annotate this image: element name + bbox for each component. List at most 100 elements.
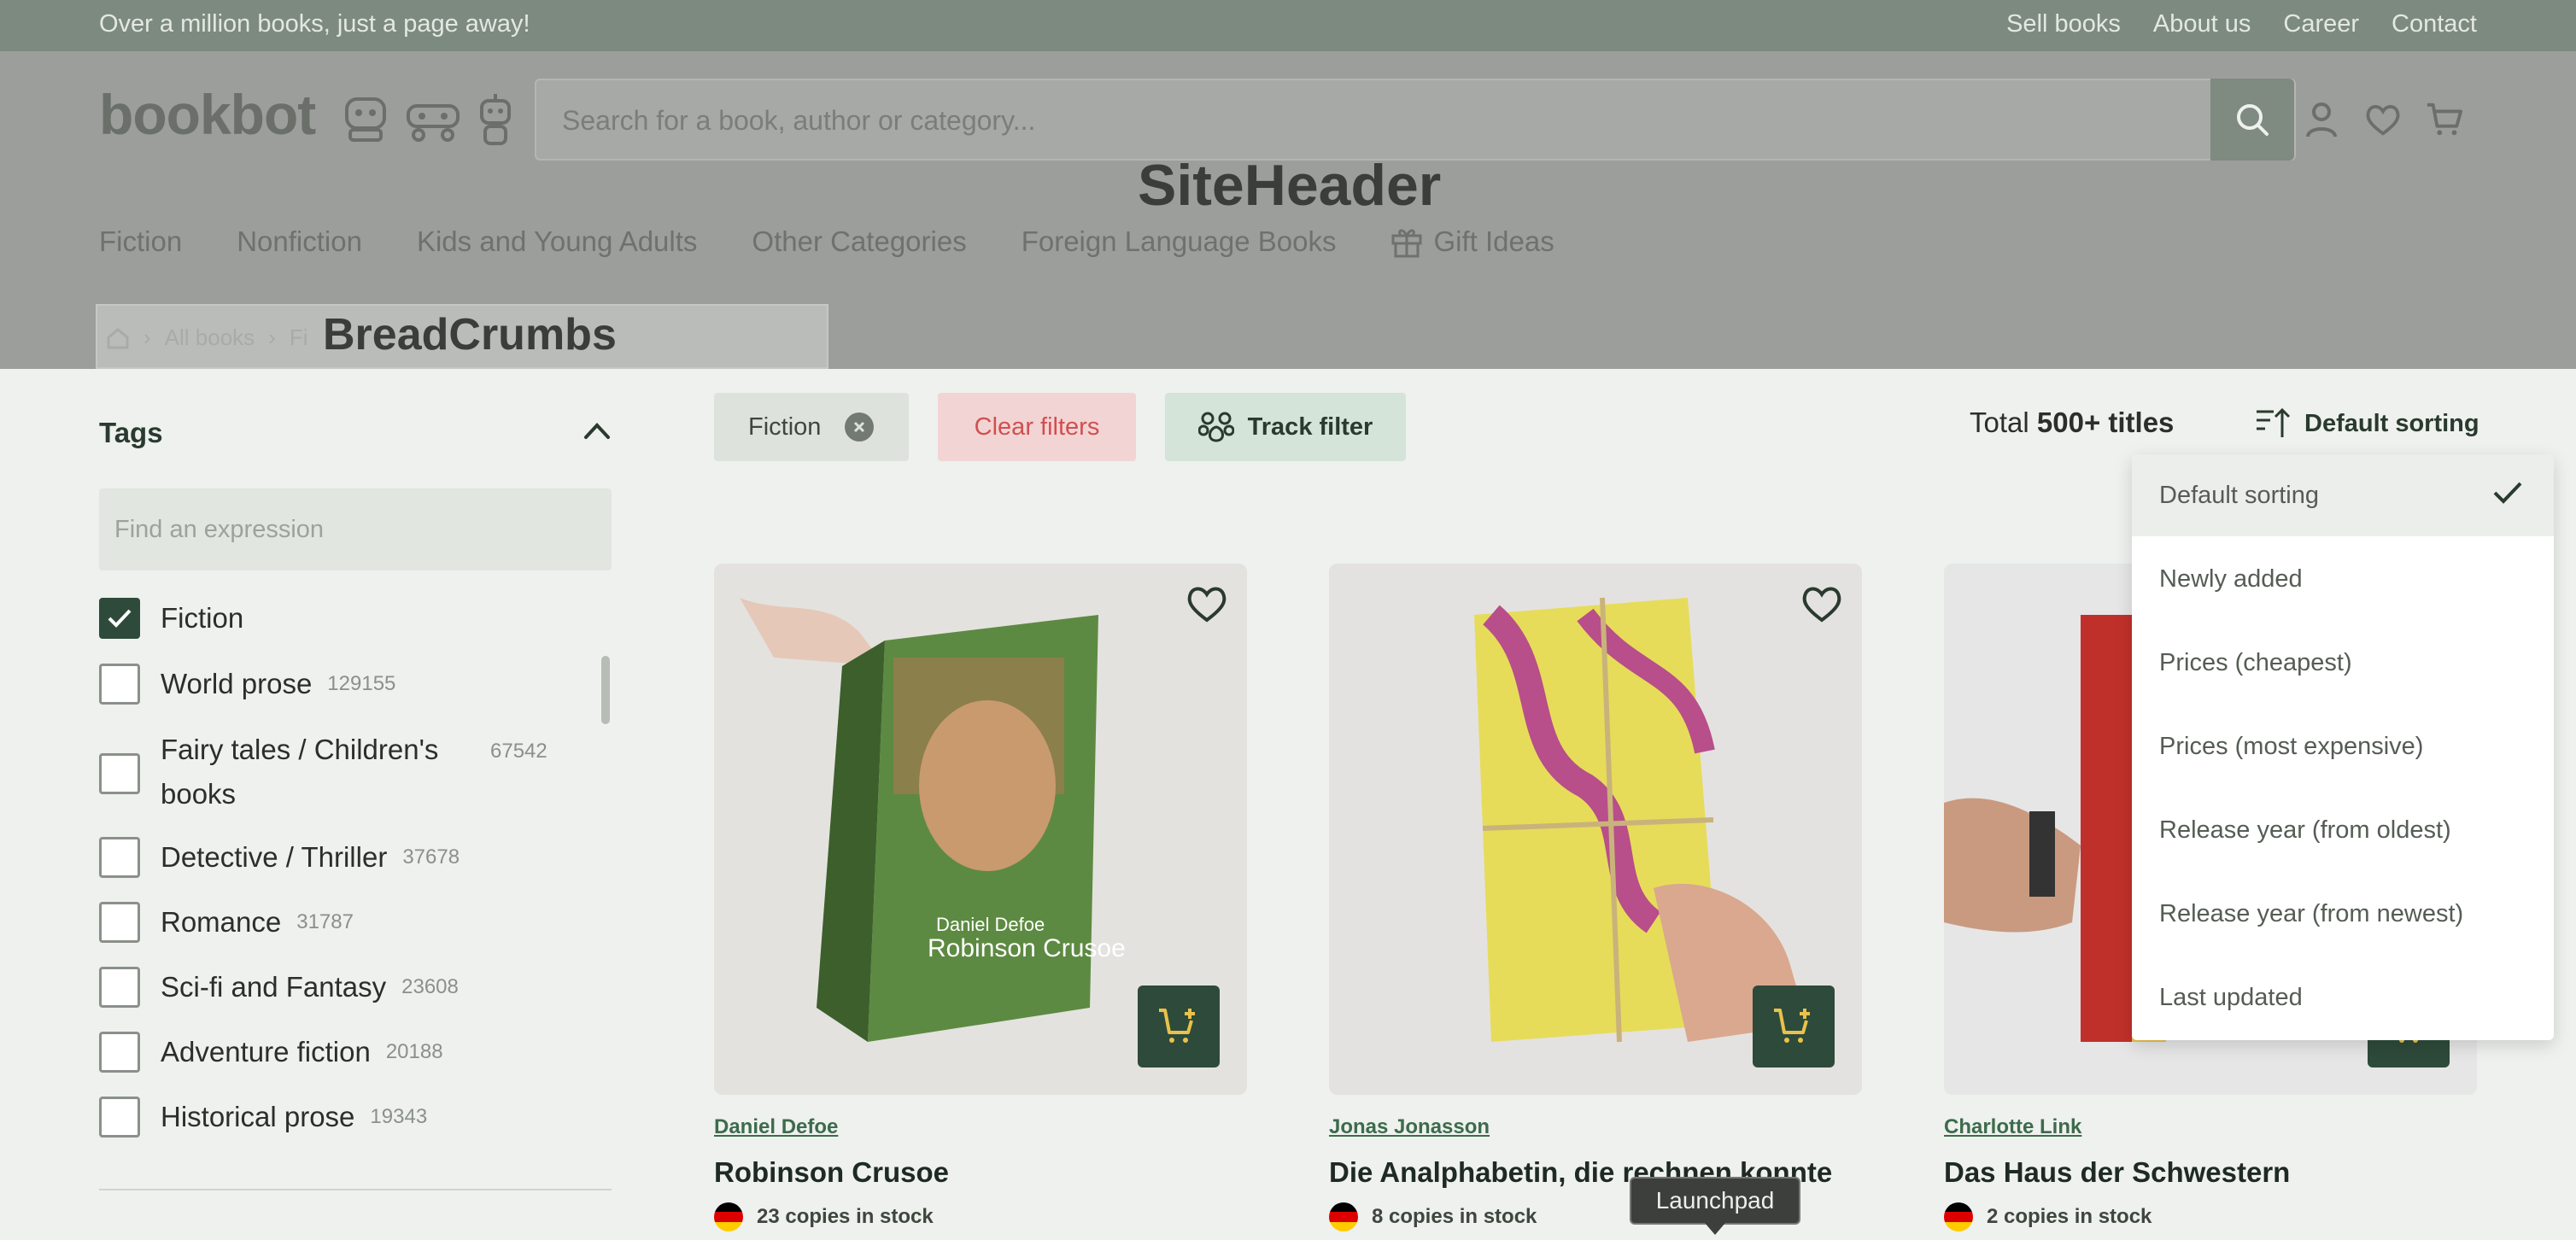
header-icons [2303,101,2463,138]
remove-filter-button[interactable] [845,412,875,442]
site-header: bookbot SiteHeader Fiction Nonfiction Ki… [0,51,2576,369]
account-button[interactable] [2303,101,2340,138]
tag-item-fiction[interactable]: Fiction [99,598,243,639]
total-prefix: Total [1970,407,2029,438]
sell-books-link[interactable]: Sell books [2006,10,2121,38]
heart-icon[interactable] [1800,584,1843,623]
checkbox[interactable] [99,753,140,794]
product-author-link[interactable]: Charlotte Link [1944,1115,2081,1139]
search-bar [535,79,2296,161]
wishlist-button[interactable] [2364,101,2402,138]
product-card[interactable]: Daniel Defoe Robinson Crusoe Daniel Defo… [714,564,1247,1231]
product-title[interactable]: Das Haus der Schwestern [1944,1156,2290,1189]
contact-link[interactable]: Contact [2392,10,2477,38]
divider [99,1189,612,1190]
tagline: Over a million books, just a page away! [99,10,530,38]
active-filter-chip[interactable]: Fiction [714,393,909,461]
product-author-link[interactable]: Daniel Defoe [714,1115,838,1139]
sort-button[interactable]: Default sorting [2255,407,2479,441]
career-link[interactable]: Career [2283,10,2359,38]
stock-info: 23 copies in stock [714,1202,934,1231]
german-flag-icon [714,1202,743,1231]
checkbox[interactable] [99,598,140,639]
track-filter-label: Track filter [1247,412,1373,441]
tag-label: Historical prose [161,1101,355,1132]
home-icon[interactable] [106,326,130,350]
chevron-right-icon: › [268,325,276,350]
search-icon [2237,104,2269,136]
add-cart-icon [1774,1009,1810,1043]
find-expression-input[interactable] [114,511,593,548]
sort-option-label: Release year (from oldest) [2159,816,2451,844]
nav-item-fiction[interactable]: Fiction [99,225,182,258]
tag-count: 37678 [402,845,460,869]
sort-option-last-updated[interactable]: Last updated [2132,956,2554,1038]
chevron-up-icon[interactable] [583,420,612,441]
search-button[interactable] [2210,79,2294,161]
track-filter-button[interactable]: Track filter [1165,393,1406,461]
product-card[interactable]: Jonas Jonasson Die Analphabetin, die rec… [1329,564,1862,1231]
product-title[interactable]: Robinson Crusoe [714,1156,949,1189]
check-icon [108,609,132,628]
nav-item-nonfiction[interactable]: Nonfiction [237,225,362,258]
add-to-cart-button[interactable] [1138,986,1220,1067]
robot-icon [345,97,386,142]
checkbox[interactable] [99,664,140,705]
nav-item-kids[interactable]: Kids and Young Adults [417,225,697,258]
check-icon [2493,482,2522,504]
about-us-link[interactable]: About us [2153,10,2251,38]
tag-label-line2: books [161,778,237,810]
sort-option-newly-added[interactable]: Newly added [2132,538,2554,620]
sidebar-scrollbar[interactable] [601,656,610,724]
close-icon [854,421,865,433]
tag-item-historical[interactable]: Historical prose 19343 [99,1097,427,1138]
search-input[interactable] [562,99,2185,142]
stock-info: 2 copies in stock [1944,1202,2152,1231]
product-author-link[interactable]: Jonas Jonasson [1329,1115,1490,1139]
sort-option-release-newest[interactable]: Release year (from newest) [2132,873,2554,955]
tag-item-adventure[interactable]: Adventure fiction 20188 [99,1032,443,1073]
tag-item-detective[interactable]: Detective / Thriller 37678 [99,837,460,878]
logo[interactable]: bookbot [99,82,316,147]
tag-item-world-prose[interactable]: World prose 129155 [99,664,395,705]
heart-icon[interactable] [1186,584,1228,623]
clear-filters-button[interactable]: Clear filters [938,393,1136,461]
tag-count: 19343 [370,1105,428,1128]
stock-info: 8 copies in stock [1329,1202,1537,1231]
sort-option-release-oldest[interactable]: Release year (from oldest) [2132,789,2554,871]
tag-label: World prose [161,668,313,699]
german-flag-icon [1329,1202,1358,1231]
sort-option-prices-cheapest[interactable]: Prices (cheapest) [2132,622,2554,704]
gift-icon [1391,229,1422,258]
checkbox[interactable] [99,837,140,878]
tag-item-scifi[interactable]: Sci-fi and Fantasy 23608 [99,967,459,1008]
total-count: Total 500+ titles [1970,407,2174,439]
tag-item-fairy-tales[interactable]: Fairy tales / Children's books 67542 [99,728,547,816]
sort-option-default[interactable]: Default sorting [2132,454,2554,536]
checkbox[interactable] [99,902,140,943]
tag-label: Adventure fiction [161,1036,371,1067]
sort-option-prices-expensive[interactable]: Prices (most expensive) [2132,705,2554,787]
sort-label: Default sorting [2304,409,2479,437]
robot-icon [407,104,460,142]
product-image[interactable] [1329,564,1862,1095]
sort-option-label: Newly added [2159,564,2303,593]
breadcrumb-all-books[interactable]: All books [165,325,255,351]
nav-item-other-categories[interactable]: Other Categories [752,225,966,258]
tag-item-romance[interactable]: Romance 31787 [99,902,354,943]
checkbox[interactable] [99,967,140,1008]
product-image[interactable]: Daniel Defoe Robinson Crusoe [714,564,1247,1095]
tag-count: 23608 [401,975,459,998]
nav-item-gift-ideas[interactable]: Gift Ideas [1390,225,1554,258]
site-header-label: SiteHeader [1138,153,1442,218]
svg-text:Robinson Crusoe: Robinson Crusoe [928,934,1126,962]
heart-icon [2366,105,2400,136]
add-to-cart-button[interactable] [1753,986,1835,1067]
cart-icon [2427,102,2463,136]
stock-label: 8 copies in stock [1372,1205,1537,1228]
checkbox[interactable] [99,1032,140,1073]
sort-option-label: Prices (most expensive) [2159,732,2424,760]
cart-button[interactable] [2426,101,2463,138]
checkbox[interactable] [99,1097,140,1138]
nav-item-foreign-language[interactable]: Foreign Language Books [1022,225,1337,258]
